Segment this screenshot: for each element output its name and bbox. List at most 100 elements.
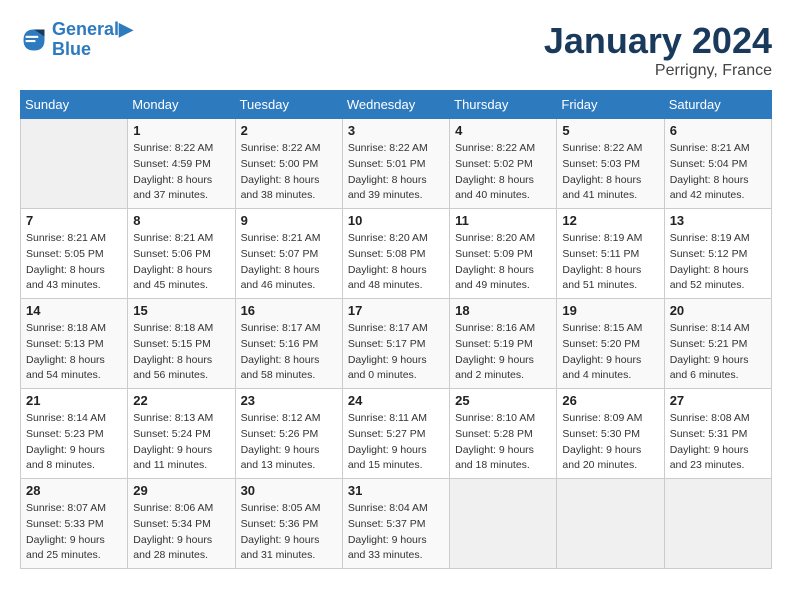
day-number: 24 xyxy=(348,393,444,408)
calendar-day-cell: 31 Sunrise: 8:04 AMSunset: 5:37 PMDayligh… xyxy=(342,479,449,569)
calendar-day-cell: 26Sunrise: 8:09 AMSunset: 5:30 PMDayligh… xyxy=(557,389,664,479)
weekday-header-cell: Thursday xyxy=(450,91,557,119)
day-info: Sunrise: 8:15 AMSunset: 5:20 PMDaylight:… xyxy=(562,321,658,384)
day-info: Sunrise: 8:04 AMSunset: 5:37 PMDaylight:… xyxy=(348,501,444,564)
weekday-header-cell: Sunday xyxy=(21,91,128,119)
day-info: Sunrise: 8:07 AMSunset: 5:33 PMDaylight:… xyxy=(26,501,122,564)
day-number: 28 xyxy=(26,483,122,498)
day-info: Sunrise: 8:21 AMSunset: 5:04 PMDaylight:… xyxy=(670,141,766,204)
day-info: Sunrise: 8:19 AMSunset: 5:12 PMDaylight:… xyxy=(670,231,766,294)
logo: General▶ Blue xyxy=(20,20,133,60)
day-info: Sunrise: 8:22 AMSunset: 5:01 PMDaylight:… xyxy=(348,141,444,204)
day-number: 3 xyxy=(348,123,444,138)
calendar-day-cell: 5 Sunrise: 8:22 AMSunset: 5:03 PMDaylight… xyxy=(557,119,664,209)
calendar-day-cell: 25 Sunrise: 8:10 AMSunset: 5:28 PMDayligh… xyxy=(450,389,557,479)
day-info: Sunrise: 8:14 AMSunset: 5:21 PMDaylight:… xyxy=(670,321,766,384)
day-number: 22 xyxy=(133,393,229,408)
day-number: 7 xyxy=(26,213,122,228)
day-number: 29 xyxy=(133,483,229,498)
month-title: January 2024 xyxy=(544,20,772,62)
calendar-day-cell: 27Sunrise: 8:08 AMSunset: 5:31 PMDayligh… xyxy=(664,389,771,479)
day-number: 14 xyxy=(26,303,122,318)
calendar-week-row: 21Sunrise: 8:14 AMSunset: 5:23 PMDayligh… xyxy=(21,389,772,479)
day-info: Sunrise: 8:18 AMSunset: 5:13 PMDaylight:… xyxy=(26,321,122,384)
calendar-day-cell: 3 Sunrise: 8:22 AMSunset: 5:01 PMDaylight… xyxy=(342,119,449,209)
calendar-day-cell: 17Sunrise: 8:17 AMSunset: 5:17 PMDayligh… xyxy=(342,299,449,389)
day-info: Sunrise: 8:06 AMSunset: 5:34 PMDaylight:… xyxy=(133,501,229,564)
day-number: 20 xyxy=(670,303,766,318)
day-number: 9 xyxy=(241,213,337,228)
calendar-day-cell xyxy=(21,119,128,209)
day-number: 11 xyxy=(455,213,551,228)
calendar-day-cell: 6Sunrise: 8:21 AMSunset: 5:04 PMDaylight… xyxy=(664,119,771,209)
weekday-header-row: SundayMondayTuesdayWednesdayThursdayFrid… xyxy=(21,91,772,119)
day-number: 31 xyxy=(348,483,444,498)
day-info: Sunrise: 8:22 AMSunset: 5:00 PMDaylight:… xyxy=(241,141,337,204)
calendar-day-cell xyxy=(450,479,557,569)
weekday-header-cell: Monday xyxy=(128,91,235,119)
calendar-day-cell xyxy=(557,479,664,569)
calendar-day-cell: 9 Sunrise: 8:21 AMSunset: 5:07 PMDaylight… xyxy=(235,209,342,299)
calendar-day-cell: 23 Sunrise: 8:12 AMSunset: 5:26 PMDayligh… xyxy=(235,389,342,479)
day-number: 2 xyxy=(241,123,337,138)
weekday-header-cell: Wednesday xyxy=(342,91,449,119)
calendar-day-cell: 10 Sunrise: 8:20 AMSunset: 5:08 PMDayligh… xyxy=(342,209,449,299)
calendar-day-cell: 24Sunrise: 8:11 AMSunset: 5:27 PMDayligh… xyxy=(342,389,449,479)
day-number: 25 xyxy=(455,393,551,408)
calendar-day-cell: 14 Sunrise: 8:18 AMSunset: 5:13 PMDayligh… xyxy=(21,299,128,389)
day-number: 18 xyxy=(455,303,551,318)
day-info: Sunrise: 8:22 AMSunset: 5:02 PMDaylight:… xyxy=(455,141,551,204)
day-info: Sunrise: 8:13 AMSunset: 5:24 PMDaylight:… xyxy=(133,411,229,474)
calendar-body: 1Sunrise: 8:22 AMSunset: 4:59 PMDaylight… xyxy=(21,119,772,569)
calendar-week-row: 1Sunrise: 8:22 AMSunset: 4:59 PMDaylight… xyxy=(21,119,772,209)
calendar-day-cell: 29 Sunrise: 8:06 AMSunset: 5:34 PMDayligh… xyxy=(128,479,235,569)
calendar-day-cell: 13Sunrise: 8:19 AMSunset: 5:12 PMDayligh… xyxy=(664,209,771,299)
logo-line2: Blue xyxy=(52,40,133,60)
calendar-day-cell: 21Sunrise: 8:14 AMSunset: 5:23 PMDayligh… xyxy=(21,389,128,479)
day-number: 12 xyxy=(562,213,658,228)
day-info: Sunrise: 8:20 AMSunset: 5:08 PMDaylight:… xyxy=(348,231,444,294)
day-number: 4 xyxy=(455,123,551,138)
calendar-day-cell: 1Sunrise: 8:22 AMSunset: 4:59 PMDaylight… xyxy=(128,119,235,209)
calendar-week-row: 14 Sunrise: 8:18 AMSunset: 5:13 PMDayligh… xyxy=(21,299,772,389)
page-header: General▶ Blue January 2024 Perrigny, Fra… xyxy=(20,20,772,80)
calendar-day-cell: 4 Sunrise: 8:22 AMSunset: 5:02 PMDaylight… xyxy=(450,119,557,209)
day-info: Sunrise: 8:10 AMSunset: 5:28 PMDaylight:… xyxy=(455,411,551,474)
day-info: Sunrise: 8:21 AMSunset: 5:07 PMDaylight:… xyxy=(241,231,337,294)
day-info: Sunrise: 8:12 AMSunset: 5:26 PMDaylight:… xyxy=(241,411,337,474)
day-info: Sunrise: 8:19 AMSunset: 5:11 PMDaylight:… xyxy=(562,231,658,294)
calendar-day-cell: 12 Sunrise: 8:19 AMSunset: 5:11 PMDayligh… xyxy=(557,209,664,299)
calendar-day-cell: 2 Sunrise: 8:22 AMSunset: 5:00 PMDaylight… xyxy=(235,119,342,209)
calendar-day-cell: 22 Sunrise: 8:13 AMSunset: 5:24 PMDayligh… xyxy=(128,389,235,479)
day-number: 15 xyxy=(133,303,229,318)
day-info: Sunrise: 8:22 AMSunset: 5:03 PMDaylight:… xyxy=(562,141,658,204)
day-number: 10 xyxy=(348,213,444,228)
day-info: Sunrise: 8:08 AMSunset: 5:31 PMDaylight:… xyxy=(670,411,766,474)
day-number: 16 xyxy=(241,303,337,318)
day-number: 23 xyxy=(241,393,337,408)
calendar-day-cell: 15Sunrise: 8:18 AMSunset: 5:15 PMDayligh… xyxy=(128,299,235,389)
calendar-day-cell: 30 Sunrise: 8:05 AMSunset: 5:36 PMDayligh… xyxy=(235,479,342,569)
day-info: Sunrise: 8:17 AMSunset: 5:17 PMDaylight:… xyxy=(348,321,444,384)
day-number: 21 xyxy=(26,393,122,408)
day-info: Sunrise: 8:21 AMSunset: 5:06 PMDaylight:… xyxy=(133,231,229,294)
day-number: 30 xyxy=(241,483,337,498)
day-info: Sunrise: 8:21 AMSunset: 5:05 PMDaylight:… xyxy=(26,231,122,294)
weekday-header-cell: Saturday xyxy=(664,91,771,119)
calendar-day-cell: 18 Sunrise: 8:16 AMSunset: 5:19 PMDayligh… xyxy=(450,299,557,389)
day-info: Sunrise: 8:16 AMSunset: 5:19 PMDaylight:… xyxy=(455,321,551,384)
day-number: 5 xyxy=(562,123,658,138)
weekday-header-cell: Tuesday xyxy=(235,91,342,119)
weekday-header-cell: Friday xyxy=(557,91,664,119)
day-info: Sunrise: 8:09 AMSunset: 5:30 PMDaylight:… xyxy=(562,411,658,474)
location: Perrigny, France xyxy=(544,62,772,80)
calendar-table: SundayMondayTuesdayWednesdayThursdayFrid… xyxy=(20,90,772,569)
logo-line1: General xyxy=(52,19,119,39)
logo-text: General▶ Blue xyxy=(52,20,133,60)
day-info: Sunrise: 8:17 AMSunset: 5:16 PMDaylight:… xyxy=(241,321,337,384)
calendar-day-cell: 20 Sunrise: 8:14 AMSunset: 5:21 PMDayligh… xyxy=(664,299,771,389)
calendar-day-cell: 8 Sunrise: 8:21 AMSunset: 5:06 PMDaylight… xyxy=(128,209,235,299)
day-number: 8 xyxy=(133,213,229,228)
day-info: Sunrise: 8:05 AMSunset: 5:36 PMDaylight:… xyxy=(241,501,337,564)
day-number: 19 xyxy=(562,303,658,318)
